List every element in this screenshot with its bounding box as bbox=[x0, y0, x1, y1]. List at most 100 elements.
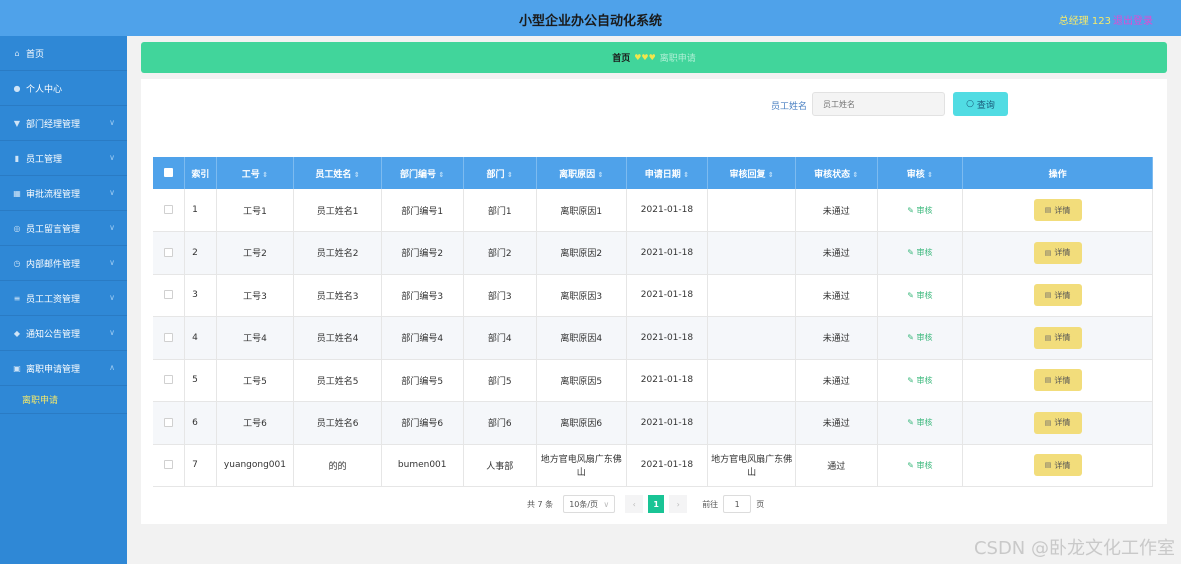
row-checkbox[interactable] bbox=[164, 375, 174, 385]
sort-icon[interactable]: ⇕ bbox=[260, 171, 268, 179]
sidebar-item-8[interactable]: ◆ 通知公告管理 ∨ bbox=[0, 316, 127, 351]
sort-icon[interactable]: ⇕ bbox=[595, 171, 604, 179]
cell-status: 未通过 bbox=[795, 274, 878, 317]
document-icon: ▤ bbox=[1044, 206, 1052, 214]
user-icon: ● bbox=[13, 83, 21, 93]
detail-button[interactable]: ▤ 详情 bbox=[1033, 454, 1082, 477]
column-header-4[interactable]: 部门 ⇕ bbox=[463, 157, 537, 189]
sidebar-item-label: 内部邮件管理 bbox=[26, 259, 81, 270]
column-header-9[interactable]: 审核 ⇕ bbox=[877, 157, 964, 189]
sidebar-item-6[interactable]: ◷ 内部邮件管理 ∨ bbox=[0, 246, 127, 281]
sort-icon[interactable]: ⇕ bbox=[351, 171, 360, 179]
cell-reply: 地方官电风扇广东佛山 bbox=[707, 444, 796, 487]
cell-deptno: 部门编号3 bbox=[381, 274, 464, 317]
bar-chart-icon: ▮ bbox=[14, 153, 20, 163]
employee-name-search-input[interactable] bbox=[812, 92, 945, 116]
audit-link[interactable]: ✎ 审核 bbox=[907, 461, 932, 470]
cell-date: 2021-01-18 bbox=[626, 359, 709, 402]
sidebar-item-3[interactable]: ▮ 员工管理 ∨ bbox=[0, 141, 127, 176]
row-checkbox-cell[interactable] bbox=[153, 401, 186, 445]
cell-actions: ▤ 详情 bbox=[962, 316, 1153, 360]
audit-link[interactable]: ✎ 审核 bbox=[907, 206, 932, 215]
row-checkbox-cell[interactable] bbox=[153, 274, 186, 317]
cell-deptno: 部门编号2 bbox=[381, 231, 464, 275]
audit-label: 审核 bbox=[916, 333, 933, 343]
prev-page-button[interactable]: ‹ bbox=[625, 495, 644, 513]
column-header-label: 申请日期 bbox=[644, 169, 681, 180]
detail-button[interactable]: ▤ 详情 bbox=[1033, 284, 1082, 307]
table-row: 5 工号5 员工姓名5 部门编号5 部门5 离职原因5 2021-01-18 未通过 ✎ 审核 ▤… bbox=[153, 359, 1153, 402]
select-all-checkbox-cell[interactable] bbox=[153, 157, 186, 189]
sort-icon[interactable]: ⇕ bbox=[436, 171, 444, 179]
cell-gonghao: 工号2 bbox=[216, 231, 295, 275]
row-checkbox-cell[interactable] bbox=[153, 189, 186, 232]
cell-status: 未通过 bbox=[795, 316, 878, 360]
row-checkbox[interactable] bbox=[164, 247, 174, 257]
column-header-8[interactable]: 审核状态 ⇕ bbox=[795, 157, 878, 189]
sidebar-item-7[interactable]: ≡ 员工工资管理 ∨ bbox=[0, 281, 127, 316]
detail-button[interactable]: ▤ 详情 bbox=[1033, 199, 1082, 221]
row-checkbox[interactable] bbox=[164, 205, 174, 214]
cell-date: 2021-01-18 bbox=[626, 231, 709, 275]
sidebar-item-1[interactable]: ● 个人中心 bbox=[0, 71, 127, 106]
cell-reply bbox=[707, 316, 796, 360]
resignation-table: 索引 工号 ⇕ 员工姓名 ⇕ 部门编号 ⇕ 部门 ⇕ 离职原因 ⇕ 申请日期 ⇕ 审核回复 ⇕… bbox=[153, 157, 1153, 487]
column-header-5[interactable]: 离职原因 ⇕ bbox=[536, 157, 627, 189]
audit-link[interactable]: ✎ 审核 bbox=[907, 291, 932, 300]
page-size-select[interactable]: 10条/页 ∨ bbox=[563, 495, 616, 513]
column-header-2[interactable]: 员工姓名 ⇕ bbox=[293, 157, 382, 189]
row-checkbox[interactable] bbox=[164, 290, 174, 300]
column-header-7[interactable]: 审核回复 ⇕ bbox=[707, 157, 796, 189]
logout-link[interactable]: 退出登录 bbox=[1113, 12, 1153, 27]
detail-button[interactable]: ▤ 详情 bbox=[1033, 326, 1082, 349]
detail-button[interactable]: ▤ 详情 bbox=[1033, 241, 1082, 264]
goto-page-input[interactable]: 1 bbox=[723, 495, 752, 513]
search-button[interactable]: ○ 查询 bbox=[953, 92, 1008, 116]
row-checkbox[interactable] bbox=[164, 417, 174, 427]
audit-link[interactable]: ✎ 审核 bbox=[907, 376, 932, 385]
row-checkbox-cell[interactable] bbox=[153, 359, 186, 402]
sort-icon[interactable]: ⇕ bbox=[505, 171, 513, 179]
column-header-6[interactable]: 申请日期 ⇕ bbox=[626, 157, 709, 189]
select-all-checkbox[interactable] bbox=[164, 168, 174, 177]
row-checkbox[interactable] bbox=[164, 460, 174, 470]
cell-dept: 部门2 bbox=[463, 231, 537, 275]
audit-label: 审核 bbox=[916, 460, 933, 470]
sort-icon[interactable]: ⇕ bbox=[681, 171, 689, 179]
cell-audit: ✎ 审核 bbox=[877, 274, 964, 317]
cell-gonghao: 工号5 bbox=[216, 359, 295, 402]
breadcrumb-home[interactable]: 首页 bbox=[612, 51, 630, 64]
sidebar-item-4[interactable]: ▦ 审批流程管理 ∨ bbox=[0, 176, 127, 211]
next-page-button[interactable]: › bbox=[669, 495, 688, 513]
sidebar-item-0[interactable]: ⌂ 首页 bbox=[0, 36, 127, 71]
sidebar-item-label: 个人中心 bbox=[26, 84, 63, 95]
sort-icon[interactable]: ⇕ bbox=[925, 171, 933, 179]
page-number-button[interactable]: 1 bbox=[648, 495, 665, 513]
chevron-down-icon: ∨ bbox=[109, 328, 115, 337]
sidebar-item-2[interactable]: ▼ 部门经理管理 ∨ bbox=[0, 106, 127, 141]
audit-link[interactable]: ✎ 审核 bbox=[907, 333, 932, 342]
column-header-3[interactable]: 部门编号 ⇕ bbox=[381, 157, 464, 189]
detail-button[interactable]: ▤ 详情 bbox=[1033, 411, 1082, 434]
detail-button[interactable]: ▤ 详情 bbox=[1033, 369, 1082, 392]
cell-deptno: 部门编号6 bbox=[381, 401, 464, 445]
cell-name: 员工姓名3 bbox=[293, 274, 382, 317]
row-checkbox[interactable] bbox=[164, 332, 174, 342]
sidebar-item-5[interactable]: ◎ 员工留言管理 ∨ bbox=[0, 211, 127, 246]
cell-status: 未通过 bbox=[795, 359, 878, 402]
pagination: 共 7 条 10条/页 ∨ ‹ 1 › 前往 1 页 bbox=[527, 495, 764, 513]
audit-link[interactable]: ✎ 审核 bbox=[907, 248, 932, 257]
sidebar-item-9[interactable]: ▣ 离职申请管理 ∧ bbox=[0, 351, 127, 386]
cell-reply bbox=[707, 189, 796, 232]
cell-reply bbox=[707, 274, 796, 317]
column-header-1[interactable]: 工号 ⇕ bbox=[216, 157, 295, 189]
sort-icon[interactable]: ⇕ bbox=[850, 171, 859, 179]
row-checkbox-cell[interactable] bbox=[153, 316, 186, 360]
sidebar-item-label: 离职申请管理 bbox=[26, 364, 81, 375]
page-size-value: 10条/页 bbox=[569, 499, 599, 509]
audit-link[interactable]: ✎ 审核 bbox=[907, 418, 932, 427]
submenu-item-resignation[interactable]: 离职申请 bbox=[0, 386, 127, 414]
row-checkbox-cell[interactable] bbox=[153, 444, 186, 487]
row-checkbox-cell[interactable] bbox=[153, 231, 186, 275]
sort-icon[interactable]: ⇕ bbox=[765, 171, 774, 179]
